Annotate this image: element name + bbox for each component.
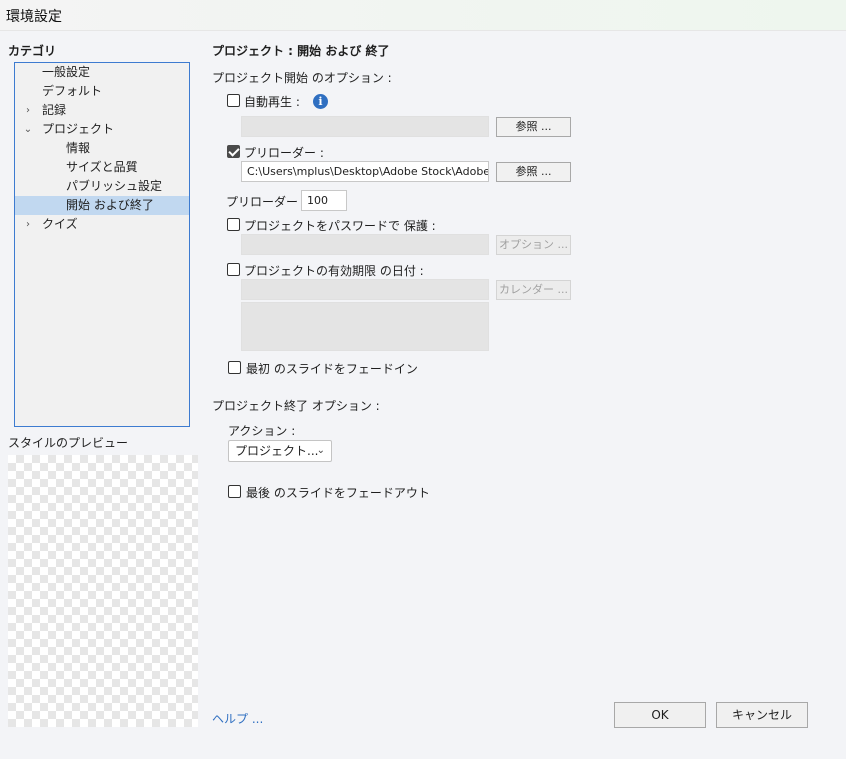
tree-item-publish-settings[interactable]: パブリッシュ設定: [15, 177, 189, 196]
help-link[interactable]: ヘルプ ...: [212, 710, 263, 727]
tree-item-project[interactable]: ⌄ プロジェクト: [15, 120, 189, 139]
tree-item-quiz[interactable]: › クイズ: [15, 215, 189, 234]
chevron-right-icon[interactable]: ›: [23, 215, 33, 234]
tree-item-label: 情報: [66, 141, 91, 155]
fade-in-label: 最初 のスライドをフェードイン: [246, 362, 418, 376]
expiry-checkbox[interactable]: [227, 263, 240, 276]
ok-button[interactable]: OK: [614, 702, 706, 728]
tree-item-recording[interactable]: › 記録: [15, 101, 189, 120]
autoplay-checkbox[interactable]: [227, 94, 240, 107]
tree-item-label: 開始 および終了: [66, 198, 154, 212]
preloader-browse-button[interactable]: 参照 ...: [496, 162, 571, 182]
expiry-label: プロジェクトの有効期限 の日付 :: [244, 264, 424, 278]
style-preview-label: スタイルのプレビュー: [8, 436, 129, 450]
style-preview-area: [8, 455, 198, 727]
tree-item-label: 記録: [42, 103, 67, 117]
autoplay-browse-button[interactable]: 参照 ...: [496, 117, 571, 137]
category-label: カテゴリ: [8, 44, 57, 58]
tree-item-label: 一般設定: [42, 65, 91, 79]
tree-item-size-quality[interactable]: サイズと品質: [15, 158, 189, 177]
window-title: 環境設定: [6, 9, 62, 25]
info-icon[interactable]: i: [313, 94, 328, 109]
tree-item-info[interactable]: 情報: [15, 139, 189, 158]
password-checkbox[interactable]: [227, 218, 240, 231]
action-label: アクション :: [228, 424, 296, 438]
autoplay-path-field: [241, 116, 489, 137]
fade-in-checkbox[interactable]: [228, 361, 241, 374]
expiry-message-field: [241, 302, 489, 351]
fade-out-checkbox[interactable]: [228, 485, 241, 498]
expiry-date-field: [241, 279, 489, 300]
title-bar: 環境設定: [0, 0, 846, 31]
tree-item-start-end[interactable]: 開始 および終了: [15, 196, 189, 215]
tree-item-label: パブリッシュ設定: [66, 179, 163, 193]
tree-item-general[interactable]: 一般設定: [15, 63, 189, 82]
autoplay-label: 自動再生 :: [244, 95, 300, 109]
preloader-percent-input[interactable]: 100: [301, 190, 347, 211]
tree-item-label: プロジェクト: [42, 122, 115, 136]
cancel-button[interactable]: キャンセル: [716, 702, 808, 728]
tree-item-label: クイズ: [42, 217, 78, 231]
preloader-checkbox[interactable]: [227, 145, 240, 158]
calendar-button[interactable]: カレンダー ...: [496, 280, 571, 300]
password-field: [241, 234, 489, 255]
action-select[interactable]: プロジェクト... ⌄: [228, 440, 332, 462]
end-options-label: プロジェクト終了 オプション :: [212, 399, 380, 413]
chevron-down-icon[interactable]: ⌄: [23, 120, 33, 139]
action-select-value: プロジェクト...: [235, 444, 319, 458]
fade-out-label: 最後 のスライドをフェードアウト: [246, 486, 430, 500]
preloader-label: プリローダー :: [244, 146, 324, 160]
category-tree[interactable]: 一般設定 デフォルト › 記録 ⌄ プロジェクト 情報 サイズと品質 パブリッシ…: [14, 62, 190, 427]
password-label: プロジェクトをパスワードで 保護 :: [244, 219, 436, 233]
preloader-path-field[interactable]: C:\Users\mplus\Desktop\Adobe Stock\Adobe…: [241, 161, 489, 182]
tree-item-label: サイズと品質: [66, 160, 138, 174]
tree-item-label: デフォルト: [42, 84, 103, 98]
chevron-right-icon[interactable]: ›: [23, 101, 33, 120]
chevron-down-icon: ⌄: [316, 445, 325, 456]
tree-item-defaults[interactable]: デフォルト: [15, 82, 189, 101]
page-title: プロジェクト : 開始 および 終了: [212, 44, 390, 58]
password-options-button[interactable]: オプション ...: [496, 235, 571, 255]
start-options-label: プロジェクト開始 のオプション :: [212, 71, 392, 85]
